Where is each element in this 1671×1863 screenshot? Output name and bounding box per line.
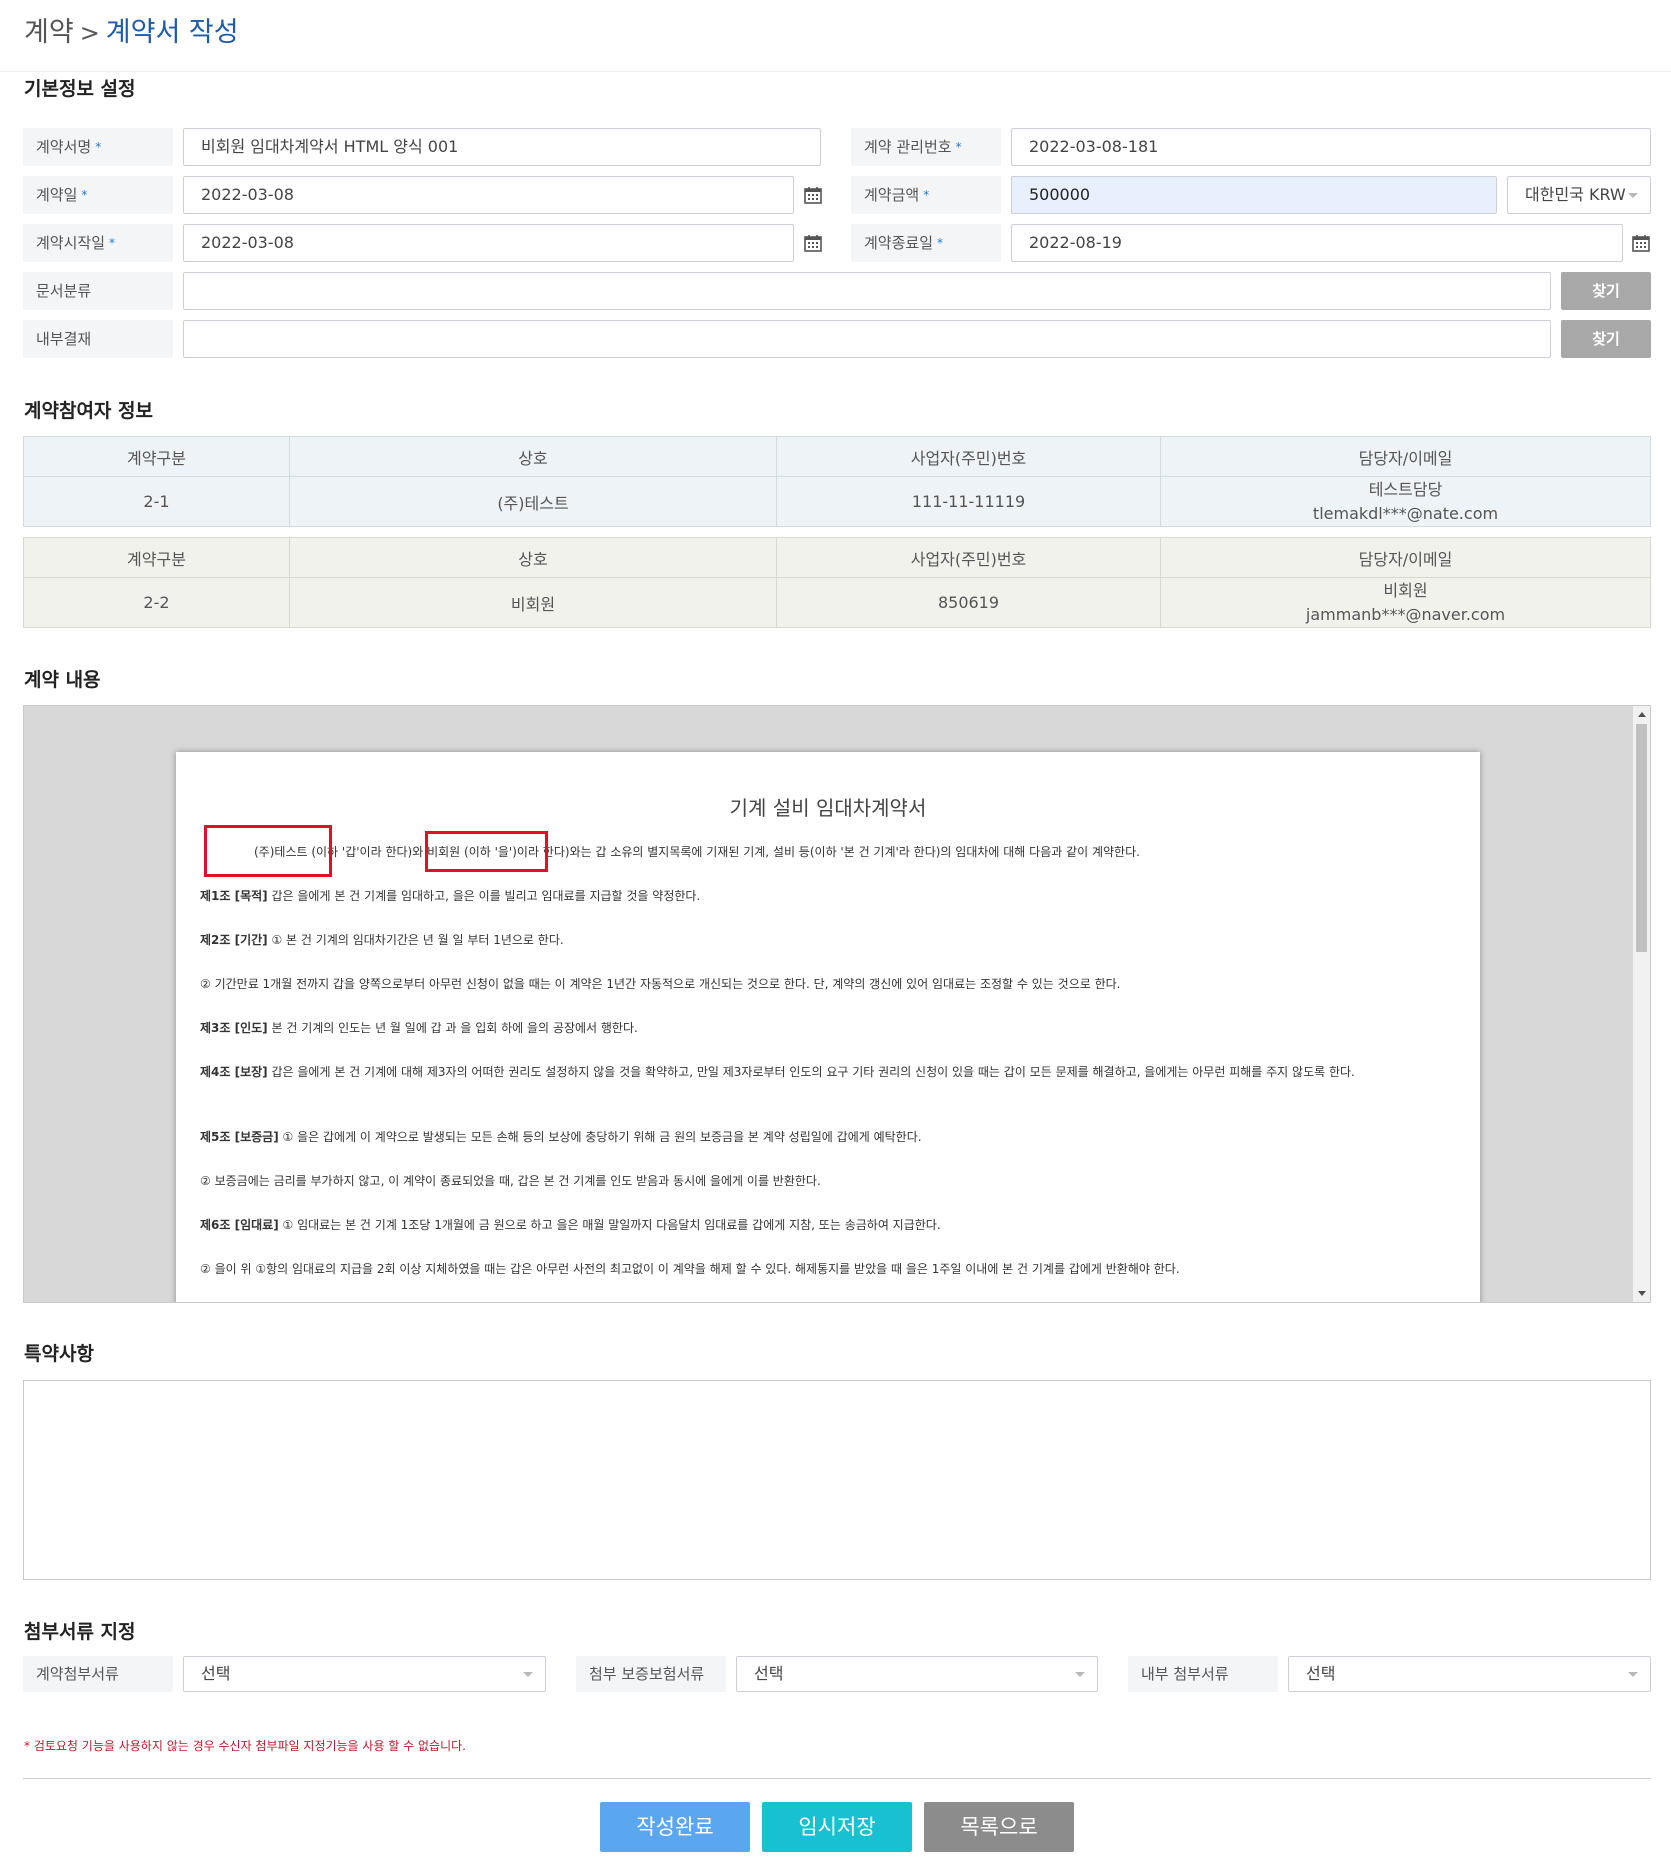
special-terms-textarea[interactable] — [23, 1380, 1651, 1580]
breadcrumb: 계약 > 계약서 작성 — [24, 13, 239, 53]
attachment-select-internal[interactable]: 선택 — [1288, 1656, 1651, 1692]
attachments-title: 첨부서류 지정 — [24, 1621, 136, 1643]
participant-company: 비회원 — [289, 577, 777, 628]
doc-category-label: 문서분류 — [23, 272, 173, 310]
clause-line: ② 보증금에는 금리를 부가하지 않고, 이 계약이 종료되었을 때, 갑은 본… — [200, 1174, 821, 1188]
currency-select-value: 대한민국 KRW — [1525, 185, 1626, 204]
scroll-up-icon[interactable] — [1638, 712, 1646, 717]
special-terms-title: 특약사항 — [24, 1343, 94, 1365]
contact-email: jammanb***@naver.com — [1305, 604, 1506, 624]
participants-title: 계약참여자 정보 — [24, 400, 153, 422]
participant-type: 2-2 — [23, 577, 290, 628]
amount-input[interactable]: 500000 — [1011, 176, 1497, 214]
scroll-down-icon[interactable] — [1638, 1291, 1646, 1296]
contact-name: 테스트담당 — [1368, 479, 1443, 499]
contact-email: tlemakdl***@nate.com — [1312, 503, 1499, 523]
participant-reg-no: 111-11-11119 — [776, 476, 1161, 527]
back-to-list-button[interactable]: 목록으로 — [924, 1802, 1074, 1852]
col-header-company: 상호 — [289, 436, 777, 477]
attachment-label-insurance: 첨부 보증보험서류 — [576, 1656, 726, 1692]
management-no-input[interactable]: 2022-03-08-181 — [1011, 128, 1651, 166]
chevron-down-icon — [523, 1672, 533, 1677]
clause-line: 제5조 [보증금] ① 을은 갑에게 이 계약으로 발생되는 모든 손해 등의 … — [200, 1130, 922, 1144]
contact-name: 비회원 — [1383, 580, 1428, 600]
contract-document-viewer[interactable]: 기계 설비 임대차계약서 (주)테스트 (이하 '갑'이라 한다)와 비회원 (… — [23, 705, 1651, 1303]
chevron-down-icon — [1628, 1672, 1638, 1677]
col-header-reg-no: 사업자(주민)번호 — [776, 436, 1161, 477]
doc-category-input[interactable] — [183, 272, 1551, 310]
complete-button[interactable]: 작성완료 — [600, 1802, 750, 1852]
contract-name-label: 계약서명 * — [23, 128, 173, 166]
management-no-label: 계약 관리번호 * — [851, 128, 1001, 166]
participant-contact: 테스트담당 tlemakdl***@nate.com — [1160, 476, 1651, 527]
table-header-row: 계약구분 상호 사업자(주민)번호 담당자/이메일 — [23, 537, 1651, 578]
internal-approval-label: 내부결재 — [23, 320, 173, 358]
col-header-type: 계약구분 — [23, 436, 290, 477]
clause-line: 제1조 [목적] 갑은 을에게 본 건 기계를 임대하고, 을은 이를 빌리고 … — [200, 889, 701, 903]
internal-approval-find-button[interactable]: 찾기 — [1561, 320, 1651, 358]
contract-name-input[interactable]: 비회원 임대차계약서 HTML 양식 001 — [183, 128, 821, 166]
table-row: 2-2 비회원 850619 비회원 jammanb***@naver.com — [23, 577, 1651, 628]
page-header: 계약 > 계약서 작성 — [0, 0, 1671, 72]
viewer-scrollbar[interactable] — [1633, 706, 1650, 1302]
attachment-select-value: 선택 — [1306, 1664, 1336, 1683]
contract-date-label: 계약일 * — [23, 176, 173, 214]
party-a-highlight-box — [204, 825, 332, 877]
participant-contact: 비회원 jammanb***@naver.com — [1160, 577, 1651, 628]
divider — [23, 1778, 1651, 1779]
participant-reg-no: 850619 — [776, 577, 1161, 628]
temp-save-button[interactable]: 임시저장 — [762, 1802, 912, 1852]
col-header-reg-no: 사업자(주민)번호 — [776, 537, 1161, 578]
contract-create-page: 계약 > 계약서 작성 기본정보 설정 계약서명 * 비회원 임대차계약서 HTML … — [0, 0, 1671, 1863]
clause-line: 제3조 [인도] 본 건 기계의 인도는 년 월 일에 갑 과 을 입회 하에 … — [200, 1021, 638, 1035]
table-row: 2-1 (주)테스트 111-11-11119 테스트담당 tlemakdl***… — [23, 476, 1651, 527]
end-date-input[interactable]: 2022-08-19 — [1011, 224, 1623, 262]
col-header-contact: 담당자/이메일 — [1160, 537, 1651, 578]
clause-line: ② 기간만료 1개월 전까지 갑을 양쪽으로부터 아무런 신청이 없을 때는 이… — [200, 977, 1121, 991]
amount-label: 계약금액 * — [851, 176, 1001, 214]
scrollbar-thumb[interactable] — [1636, 724, 1647, 952]
start-date-label: 계약시작일 * — [23, 224, 173, 262]
document-title: 기계 설비 임대차계약서 — [729, 796, 927, 820]
breadcrumb-parent[interactable]: 계약 — [24, 17, 74, 48]
clause-line: 제4조 [보장] 갑은 을에게 본 건 기계에 대해 제3자의 어떠한 권리도 … — [200, 1065, 1355, 1079]
table-header-row: 계약구분 상호 사업자(주민)번호 담당자/이메일 — [23, 436, 1651, 477]
currency-select[interactable]: 대한민국 KRW — [1507, 176, 1651, 214]
calendar-icon[interactable] — [803, 233, 823, 253]
calendar-icon[interactable] — [1631, 233, 1651, 253]
participant-type: 2-1 — [23, 476, 290, 527]
contract-content-title: 계약 내용 — [24, 669, 101, 691]
start-date-input[interactable]: 2022-03-08 — [183, 224, 794, 262]
attachment-select-insurance[interactable]: 선택 — [736, 1656, 1098, 1692]
attachment-label-contract: 계약첨부서류 — [23, 1656, 173, 1692]
participant-table-2: 계약구분 상호 사업자(주민)번호 담당자/이메일 2-2 비회원 850619… — [23, 537, 1651, 628]
contract-document-page: 기계 설비 임대차계약서 (주)테스트 (이하 '갑'이라 한다)와 비회원 (… — [176, 752, 1480, 1302]
doc-category-find-button[interactable]: 찾기 — [1561, 272, 1651, 310]
internal-approval-input[interactable] — [183, 320, 1551, 358]
chevron-down-icon — [1628, 193, 1638, 198]
col-header-company: 상호 — [289, 537, 777, 578]
attachment-label-internal: 내부 첨부서류 — [1128, 1656, 1278, 1692]
breadcrumb-separator: > — [79, 19, 100, 47]
attachment-select-contract[interactable]: 선택 — [183, 1656, 546, 1692]
chevron-down-icon — [1075, 1672, 1085, 1677]
contract-date-input[interactable]: 2022-03-08 — [183, 176, 794, 214]
calendar-icon[interactable] — [803, 185, 823, 205]
clause-line: 제6조 [임대료] ① 임대료는 본 건 기계 1조당 1개월에 금 원으로 하… — [200, 1218, 941, 1232]
participant-table-1: 계약구분 상호 사업자(주민)번호 담당자/이메일 2-1 (주)테스트 111… — [23, 436, 1651, 527]
col-header-type: 계약구분 — [23, 537, 290, 578]
end-date-label: 계약종료일 * — [851, 224, 1001, 262]
clause-line: 제2조 [기간] ① 본 건 기계의 임대차기간은 년 월 일 부터 1년으로 … — [200, 933, 564, 947]
party-b-highlight-box — [425, 831, 548, 872]
clause-line: ② 을이 위 ①항의 임대료의 지급을 2회 이상 지체하였을 때는 갑은 아무… — [200, 1262, 1180, 1276]
attachment-select-value: 선택 — [754, 1664, 784, 1683]
attachment-select-value: 선택 — [201, 1664, 231, 1683]
basic-info-title: 기본정보 설정 — [24, 78, 136, 100]
col-header-contact: 담당자/이메일 — [1160, 436, 1651, 477]
participant-company: (주)테스트 — [289, 476, 777, 527]
breadcrumb-current: 계약서 작성 — [105, 17, 239, 48]
attachment-notice: * 검토요청 기능을 사용하지 않는 경우 수신자 첨부파일 지정기능을 사용 … — [24, 1739, 466, 1753]
